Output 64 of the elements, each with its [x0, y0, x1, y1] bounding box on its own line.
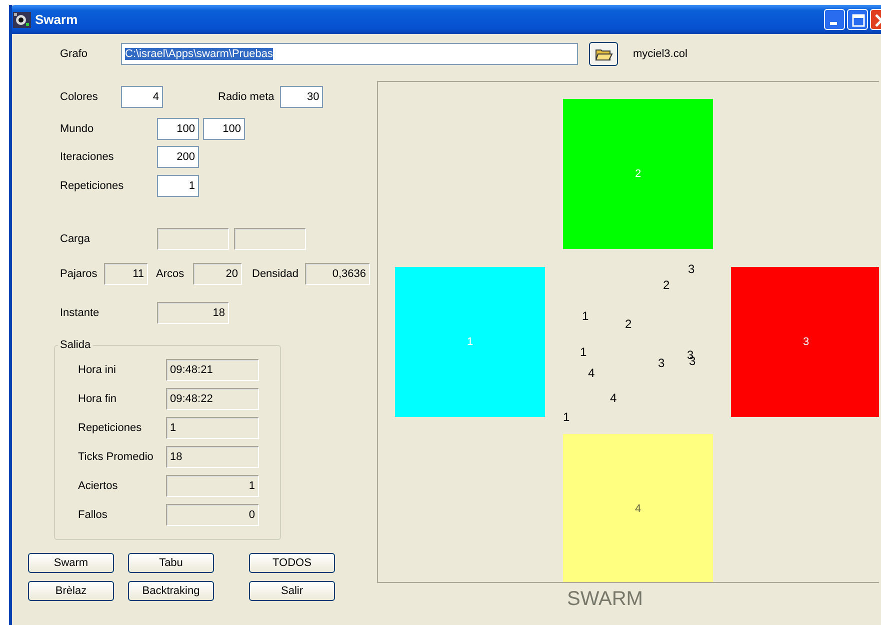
- salida-value: 09:48:21: [166, 359, 259, 381]
- region-number: 1: [466, 336, 474, 348]
- region-number: 4: [634, 503, 642, 515]
- action-button[interactable]: Brèlaz: [28, 581, 114, 601]
- salida-label: Repeticiones: [78, 422, 143, 434]
- stat-label: Densidad: [252, 268, 300, 280]
- bird-number: 3: [688, 262, 695, 276]
- action-button[interactable]: Swarm: [28, 553, 114, 573]
- action-button[interactable]: Tabu: [128, 553, 214, 573]
- stat-value: 20: [193, 263, 242, 285]
- bird-number: 2: [625, 317, 632, 331]
- salida-title: Salida: [59, 339, 92, 351]
- bird-number: 4: [588, 366, 595, 380]
- maximize-button[interactable]: [847, 9, 868, 30]
- close-button[interactable]: [870, 9, 881, 30]
- bird-number: 1: [582, 309, 589, 323]
- mundo-label: Mundo: [60, 123, 95, 135]
- stat-value: 0,3636: [305, 263, 370, 285]
- bird-number: 2: [663, 278, 670, 292]
- radio-meta-label: Radio meta: [218, 91, 274, 103]
- region-number: 2: [634, 168, 642, 180]
- folder-icon: [594, 46, 612, 62]
- salida-label: Aciertos: [78, 480, 119, 492]
- salida-value: 1: [166, 475, 259, 497]
- open-folder-button[interactable]: [589, 42, 618, 66]
- stat-label: Pajaros: [60, 268, 98, 280]
- action-button[interactable]: Salir: [249, 581, 335, 601]
- salida-label: Hora fin: [78, 393, 118, 405]
- stat-value: 11: [104, 263, 148, 285]
- iteraciones-label: Iteraciones: [60, 151, 115, 163]
- bird-number: 4: [610, 391, 617, 405]
- radio-meta-field[interactable]: 30: [280, 86, 324, 108]
- canvas-caption: SWARM: [567, 588, 644, 611]
- instante-value: 18: [157, 302, 229, 324]
- colores-field[interactable]: 4: [121, 86, 163, 108]
- region-number: 3: [802, 336, 810, 348]
- carga-label: Carga: [60, 233, 91, 245]
- action-button[interactable]: Backtraking: [128, 581, 214, 601]
- stat-label: Arcos: [156, 268, 186, 280]
- salida-value: 09:48:22: [166, 388, 259, 410]
- bird-number: 1: [580, 345, 587, 359]
- iteraciones-field[interactable]: 200: [157, 146, 199, 168]
- window-title: Swarm: [35, 12, 79, 27]
- minimize-icon: [830, 22, 837, 25]
- salida-label: Fallos: [78, 509, 108, 521]
- bird-number: 1: [563, 410, 570, 424]
- repeticiones-field[interactable]: 1: [157, 175, 199, 197]
- salida-label: Hora ini: [78, 364, 117, 376]
- mundo-field[interactable]: 100: [203, 118, 245, 140]
- repeticiones-label: Repeticiones: [60, 180, 125, 192]
- action-button[interactable]: TODOS: [249, 553, 335, 573]
- path-field[interactable]: C:\israel\Apps\swarm\Pruebas: [121, 43, 578, 65]
- app-icon: [13, 12, 31, 28]
- colores-label: Colores: [60, 91, 99, 103]
- instante-label: Instante: [60, 307, 100, 319]
- mundo-field[interactable]: 100: [157, 118, 199, 140]
- salida-value: 18: [166, 446, 259, 468]
- salida-label: Ticks Promedio: [78, 451, 154, 463]
- bird-number: 3: [658, 356, 665, 370]
- salida-value: 1: [166, 417, 259, 439]
- minimize-button[interactable]: [824, 9, 845, 30]
- grafo-label: Grafo: [60, 48, 89, 60]
- file-name: myciel3.col: [633, 48, 688, 60]
- salida-value: 0: [166, 504, 259, 526]
